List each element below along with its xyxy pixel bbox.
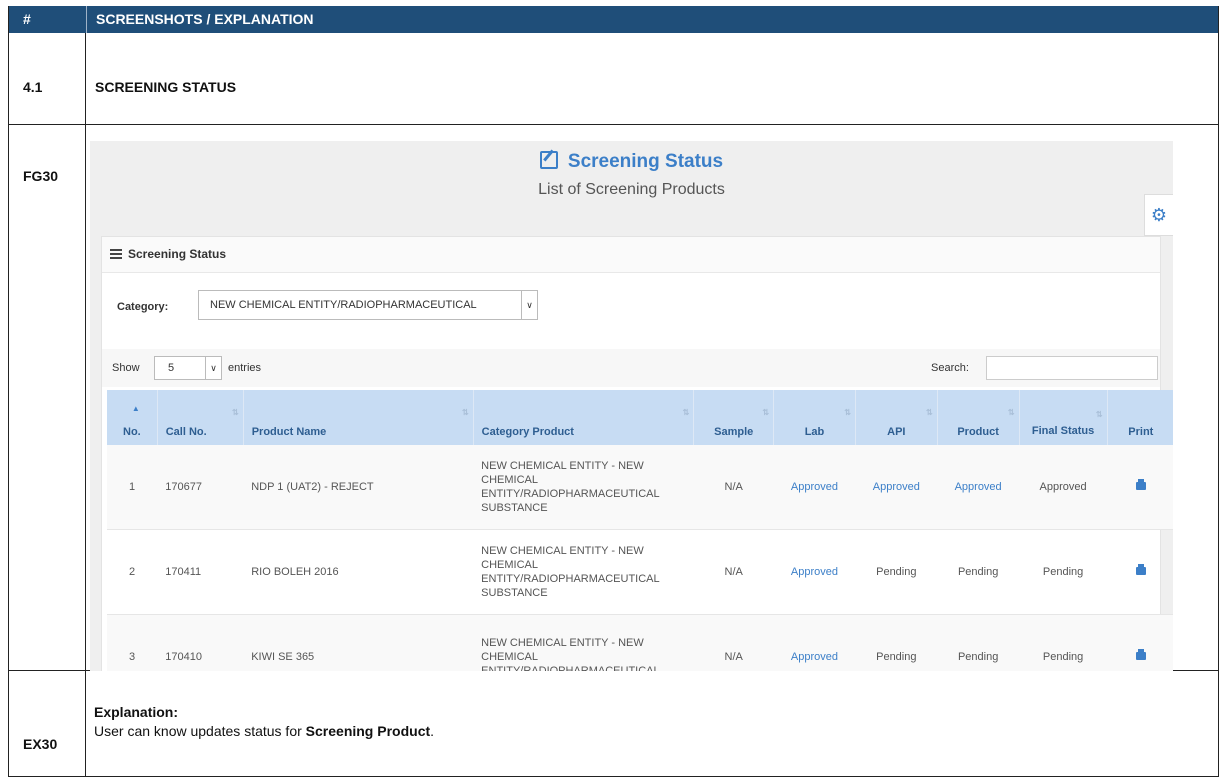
search-input[interactable] xyxy=(986,356,1158,380)
col-category-product[interactable]: ⇅ Category Product xyxy=(473,390,695,445)
product-status-link[interactable]: Approved xyxy=(937,445,1020,530)
table-row: 1 170677 NDP 1 (UAT2) - REJECT NEW CHEMI… xyxy=(107,445,1173,530)
section-title: SCREENING STATUS xyxy=(95,79,237,95)
sort-icon: ⇅ xyxy=(844,408,851,417)
entries-select[interactable]: 5 ∨ xyxy=(154,356,222,380)
col-product[interactable]: ⇅ Product xyxy=(937,390,1020,445)
figure-label: FG30 xyxy=(23,168,59,184)
show-label: Show xyxy=(112,362,140,374)
sort-icon: ⇅ xyxy=(926,408,933,417)
col-lab[interactable]: ⇅ Lab xyxy=(773,390,856,445)
panel-header: Screening Status xyxy=(102,237,1160,273)
print-icon[interactable] xyxy=(1135,479,1146,490)
col-print: Print xyxy=(1107,390,1173,445)
sort-icon: ⇅ xyxy=(682,408,690,417)
explanation-heading: Explanation: xyxy=(94,704,179,720)
explanation-label: EX30 xyxy=(23,736,58,752)
table-toolbar: Show 5 ∨ entries Search: xyxy=(102,349,1160,387)
explanation-text: Explanation: User can know updates statu… xyxy=(94,703,434,741)
print-icon[interactable] xyxy=(1135,649,1146,660)
col-call-no[interactable]: ⇅ Call No. xyxy=(157,390,244,445)
category-filter: Category: NEW CHEMICAL ENTITY/RADIOPHARM… xyxy=(102,273,1160,343)
gear-icon[interactable]: ⚙ xyxy=(1144,194,1173,236)
col-api[interactable]: ⇅ API xyxy=(855,390,938,445)
col-number-header: # xyxy=(23,11,31,27)
col-explanation-header: SCREENSHOTS / EXPLANATION xyxy=(86,6,314,33)
screening-table: ▲ No. ⇅ Call No. ⇅ Product Name ⇅ Category P… xyxy=(107,390,1173,671)
search-label: Search: xyxy=(931,362,969,374)
lab-status-link[interactable]: Approved xyxy=(773,614,856,671)
print-icon[interactable] xyxy=(1135,564,1146,575)
sort-icon: ▲ xyxy=(131,404,140,413)
sort-icon: ⇅ xyxy=(461,408,469,417)
sort-icon: ⇅ xyxy=(762,408,770,417)
entries-label: entries xyxy=(228,362,262,374)
sort-icon: ⇅ xyxy=(232,408,239,417)
category-select[interactable]: NEW CHEMICAL ENTITY/RADIOPHARMACEUTICAL ∨ xyxy=(198,290,538,320)
lab-status-link[interactable]: Approved xyxy=(773,445,856,530)
table-row: 3 170410 KIWI SE 365 NEW CHEMICAL ENTITY… xyxy=(107,614,1173,671)
col-final-status[interactable]: ⇅ Final Status xyxy=(1019,390,1108,445)
col-sample[interactable]: ⇅ Sample xyxy=(693,390,775,445)
sort-icon: ⇅ xyxy=(1007,408,1015,417)
col-no[interactable]: ▲ No. xyxy=(107,390,158,445)
page-subtitle: List of Screening Products xyxy=(538,181,725,198)
page-title: Screening Status xyxy=(90,151,1173,173)
col-product-name[interactable]: ⇅ Product Name xyxy=(243,390,474,445)
category-label: Category: xyxy=(117,301,169,313)
list-icon xyxy=(110,249,122,259)
table-row: 2 170411 RIO BOLEH 2016 NEW CHEMICAL ENT… xyxy=(107,529,1173,615)
explanation-body: User can know updates status for Screeni… xyxy=(94,723,435,739)
sort-icon: ⇅ xyxy=(1095,410,1103,419)
app-screenshot: Screening Status List of Screening Produ… xyxy=(90,141,1173,671)
chevron-down-icon: ∨ xyxy=(205,357,221,379)
screening-panel: Screening Status Category: NEW CHEMICAL … xyxy=(101,236,1173,671)
chevron-down-icon: ∨ xyxy=(521,291,537,319)
table-header-row: ▲ No. ⇅ Call No. ⇅ Product Name ⇅ Category P… xyxy=(107,390,1173,445)
api-status-link[interactable]: Approved xyxy=(855,445,938,530)
edit-icon xyxy=(539,151,558,169)
section-number: 4.1 xyxy=(23,79,43,95)
lab-status-link[interactable]: Approved xyxy=(773,529,856,615)
table-header: # SCREENSHOTS / EXPLANATION xyxy=(9,6,1218,33)
